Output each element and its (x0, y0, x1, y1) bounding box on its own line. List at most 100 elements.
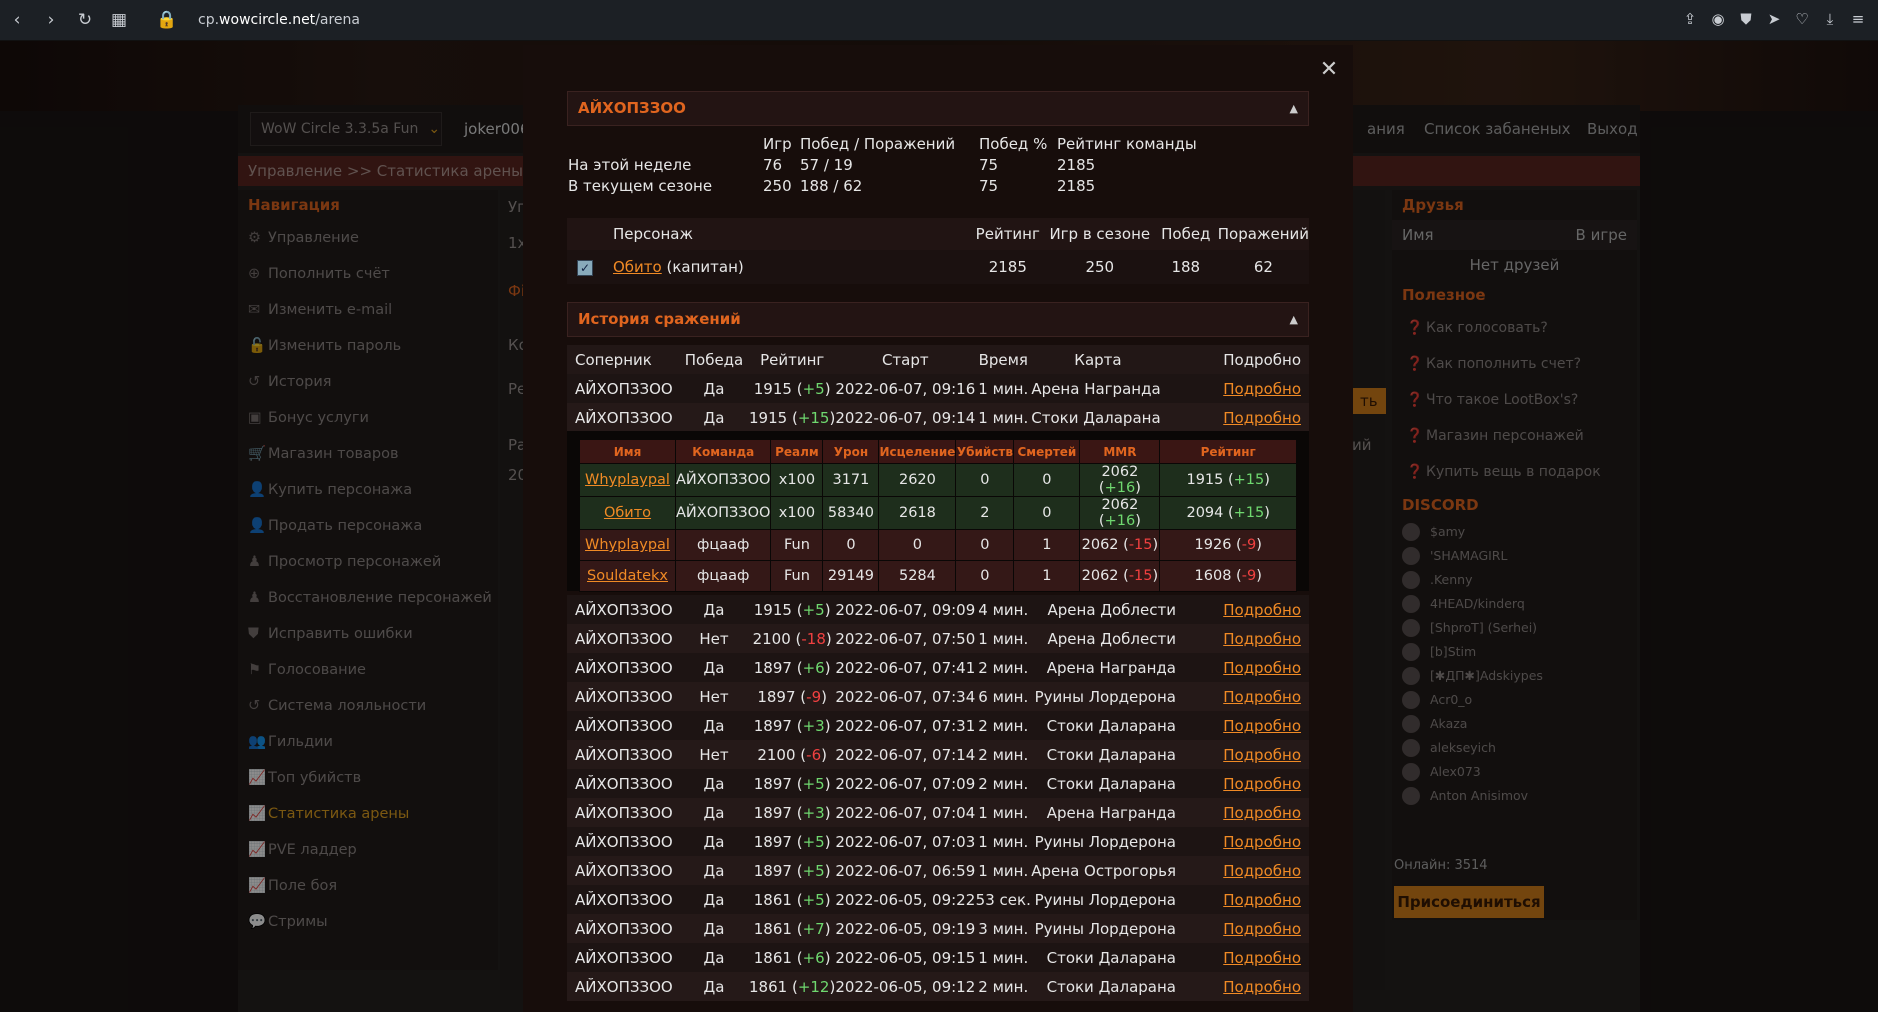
opponent-cell: АЙХОПЗЗОО (567, 798, 679, 827)
chevron-up-icon[interactable]: ▲ (1290, 303, 1298, 336)
duration-cell: 1 мин. (975, 798, 1032, 827)
details-link[interactable]: Подробно (1223, 380, 1301, 398)
camera-icon[interactable]: ◉ (1710, 10, 1726, 28)
table-row: АЙХОПЗЗОО Да 1861 (+6) 2022-06-05, 09:15 1 м… (567, 943, 1309, 972)
detail-rating-value: 2094 (1186, 505, 1224, 521)
rating-value: 1915 (749, 408, 788, 427)
summary-pct: 75 (979, 156, 999, 174)
details-link[interactable]: Подробно (1223, 978, 1301, 996)
tabs-grid-icon[interactable]: ▦ (102, 10, 136, 30)
heart-icon[interactable]: ♡ (1794, 10, 1810, 28)
forward-icon[interactable]: › (34, 10, 68, 30)
character-cell: Обито (капитан) (603, 250, 970, 284)
details-cell: Подробно (1179, 653, 1309, 682)
table-header-row: Имя Команда Реалм Урон Исцеление Убийств Смерт… (579, 439, 1297, 464)
table-header: Рейтинг (969, 218, 1046, 250)
start-cell: 2022-06-07, 07:31 (835, 711, 976, 740)
table-header (567, 218, 603, 250)
summary-header: Игр (763, 135, 792, 153)
team-header[interactable]: АЙХОПЗЗОО ▲ (567, 91, 1309, 126)
close-icon[interactable]: ✕ (1317, 57, 1341, 82)
details-link[interactable]: Подробно (1223, 804, 1301, 822)
history-table: Соперник Победа Рейтинг Старт Время Карта Подр… (567, 345, 1309, 432)
table-header: Реалм (770, 439, 824, 464)
detail-realm: x100 (770, 463, 824, 497)
shield-icon[interactable]: ⛊ (1738, 10, 1754, 28)
player-link[interactable]: Whyplaypal (585, 472, 670, 488)
share-icon[interactable]: ⇪ (1682, 10, 1698, 28)
details-link[interactable]: Подробно (1223, 862, 1301, 880)
table-row: Souldatekx фцааф Fun 29149 5284 0 1 2062 (-15) 1… (579, 560, 1297, 592)
win-cell: Да (679, 374, 749, 403)
player-link[interactable]: Whyplaypal (585, 537, 670, 553)
duration-cell: 2 мин. (975, 711, 1032, 740)
download-icon[interactable]: ⤓ (1822, 10, 1838, 28)
detail-kills: 0 (955, 560, 1015, 592)
history-header[interactable]: История сражений ▲ (567, 302, 1309, 337)
start-cell: 2022-06-05, 09:15 (835, 943, 976, 972)
detail-rating-delta: -9 (1241, 568, 1257, 584)
summary-pct: 75 (979, 177, 999, 195)
details-link[interactable]: Подробно (1223, 601, 1301, 619)
rating-cell: 1861 (+5) (749, 885, 836, 914)
detail-rating-value: 1608 (1194, 568, 1232, 584)
send-icon[interactable]: ➤ (1766, 10, 1782, 28)
details-link[interactable]: Подробно (1223, 775, 1301, 793)
detail-rating: 1926 (-9) (1159, 529, 1297, 561)
rating-cell: 2100 (-6) (749, 740, 836, 769)
detail-mmr-value: 2062 (1101, 464, 1139, 480)
details-link[interactable]: Подробно (1223, 833, 1301, 851)
detail-mmr: 2062 (+16) (1079, 496, 1161, 530)
detail-mmr-value: 2062 (1081, 568, 1119, 584)
details-link[interactable]: Подробно (1223, 746, 1301, 764)
table-header: Игр в сезоне (1045, 218, 1154, 250)
table-header: Урон (822, 439, 880, 464)
rating-cell: 1897 (+6) (749, 653, 836, 682)
start-cell: 2022-06-05, 09:22 (835, 885, 976, 914)
character-link[interactable]: Обито (613, 258, 662, 276)
opponent-cell: АЙХОПЗЗОО (567, 769, 679, 798)
map-cell: Арена Острогорья (1031, 856, 1180, 885)
start-cell: 2022-06-07, 07:34 (835, 682, 976, 711)
details-cell: Подробно (1179, 972, 1309, 1001)
player-link[interactable]: Обито (604, 505, 651, 521)
menu-icon[interactable]: ≡ (1850, 10, 1866, 28)
browser-toolbar: ‹ › ↻ ▦ 🔒 cp.wowcircle.net/arena ⇪ ◉ ⛊ ➤… (0, 0, 1878, 41)
details-link[interactable]: Подробно (1223, 949, 1301, 967)
win-cell: Нет (679, 682, 749, 711)
detail-rating: 2094 (+15) (1159, 496, 1297, 530)
table-row: АЙХОПЗЗОО Да 1897 (+5) 2022-06-07, 07:09 2 м… (567, 769, 1309, 798)
detail-dmg: 29149 (822, 560, 880, 592)
map-cell: Руины Лордерона (1031, 885, 1180, 914)
summary-header-row: Игр Побед / Поражений Побед % Рейтинг ко… (568, 135, 1308, 156)
detail-team: АЙХОПЗЗОО (674, 463, 772, 497)
table-row: АЙХОПЗЗОО Да 1861 (+5) 2022-06-05, 09:22 53 … (567, 885, 1309, 914)
details-link[interactable]: Подробно (1223, 717, 1301, 735)
url-prefix: cp. (198, 12, 220, 28)
opponent-cell: АЙХОПЗЗОО (567, 856, 679, 885)
details-link[interactable]: Подробно (1223, 630, 1301, 648)
rating-delta: +15 (797, 408, 830, 427)
details-link[interactable]: Подробно (1223, 891, 1301, 909)
start-cell: 2022-06-07, 06:59 (835, 856, 976, 885)
detail-realm: Fun (770, 560, 824, 592)
details-link[interactable]: Подробно (1223, 688, 1301, 706)
details-link[interactable]: Подробно (1223, 920, 1301, 938)
site-info-icon[interactable]: 🔒 (150, 10, 184, 30)
table-row: АЙХОПЗЗОО Да 1915 (+5) 2022-06-07, 09:16 1 м… (567, 374, 1309, 403)
table-header: Подробно (1164, 345, 1309, 374)
url-path: /arena (315, 12, 360, 28)
rating-cell: 1897 (+5) (749, 856, 836, 885)
summary-games: 250 (763, 177, 792, 195)
reload-icon[interactable]: ↻ (68, 10, 102, 30)
chevron-up-icon[interactable]: ▲ (1290, 92, 1298, 125)
back-icon[interactable]: ‹ (0, 10, 34, 30)
player-link[interactable]: Souldatekx (587, 568, 668, 584)
address-bar[interactable]: cp.wowcircle.net/arena (198, 12, 360, 28)
rating-value: 1897 (753, 861, 792, 880)
duration-cell: 4 мин. (975, 595, 1032, 624)
details-link[interactable]: Подробно (1223, 409, 1301, 427)
details-link[interactable]: Подробно (1223, 659, 1301, 677)
win-cell: Да (679, 943, 749, 972)
detail-mmr-delta: +16 (1104, 513, 1136, 529)
